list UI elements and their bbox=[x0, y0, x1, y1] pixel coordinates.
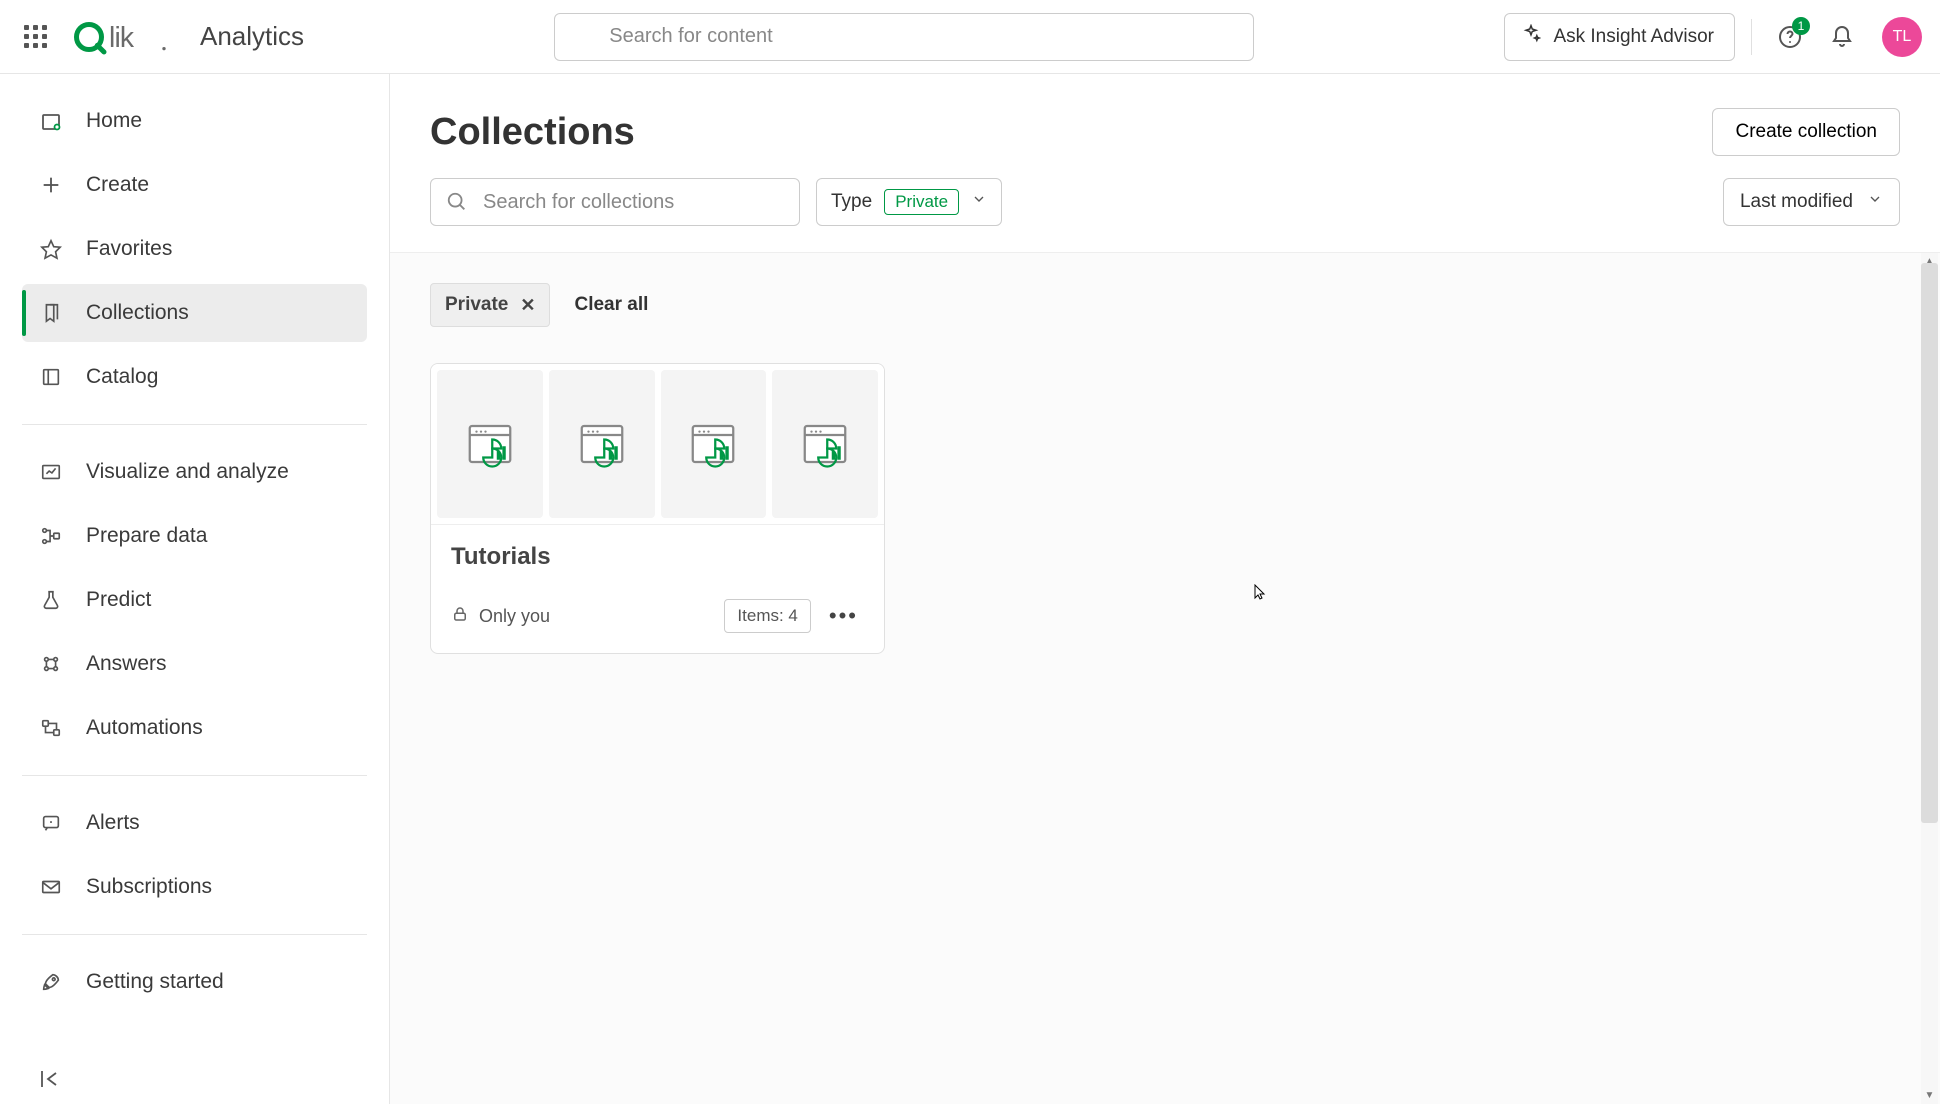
ask-insight-advisor-label: Ask Insight Advisor bbox=[1553, 26, 1714, 48]
sidebar-item-home[interactable]: Home bbox=[22, 92, 367, 150]
clear-all-filters[interactable]: Clear all bbox=[574, 294, 648, 316]
search-icon bbox=[446, 191, 468, 218]
visibility-label: Only you bbox=[479, 606, 550, 627]
answers-icon bbox=[38, 653, 64, 675]
chevron-down-icon bbox=[971, 191, 987, 213]
app-launcher-icon bbox=[24, 25, 48, 49]
automations-icon bbox=[38, 717, 64, 739]
plus-icon bbox=[38, 174, 64, 196]
separator bbox=[22, 934, 367, 935]
alert-icon bbox=[38, 812, 64, 834]
sidebar-item-label: Create bbox=[86, 173, 149, 197]
flow-icon bbox=[38, 525, 64, 547]
collapse-icon bbox=[38, 1069, 62, 1089]
sidebar: Home Create Favorites Collections Catalo bbox=[0, 74, 390, 1104]
rocket-icon bbox=[38, 971, 64, 993]
sort-dropdown[interactable]: Last modified bbox=[1723, 178, 1900, 226]
sidebar-item-create[interactable]: Create bbox=[22, 156, 367, 214]
card-thumbnails bbox=[431, 364, 884, 525]
user-avatar[interactable]: TL bbox=[1882, 17, 1922, 57]
sidebar-item-label: Prepare data bbox=[86, 524, 207, 548]
collection-card[interactable]: Tutorials Only you Items: 4 ••• bbox=[430, 363, 885, 654]
create-collection-button[interactable]: Create collection bbox=[1712, 108, 1900, 156]
chevron-down-icon bbox=[1867, 191, 1883, 213]
sidebar-item-predict[interactable]: Predict bbox=[22, 571, 367, 629]
thumbnail bbox=[661, 370, 767, 518]
svg-text:lik: lik bbox=[109, 22, 135, 54]
sparkle-icon bbox=[1521, 24, 1541, 50]
qlik-logo[interactable]: lik bbox=[74, 17, 174, 57]
type-filter-value: Private bbox=[884, 189, 959, 215]
sidebar-item-label: Getting started bbox=[86, 970, 224, 994]
sidebar-item-label: Catalog bbox=[86, 365, 158, 389]
global-search-input[interactable] bbox=[554, 13, 1254, 61]
catalog-icon bbox=[38, 366, 64, 388]
sidebar-item-alerts[interactable]: Alerts bbox=[22, 794, 367, 852]
app-launcher-button[interactable] bbox=[16, 17, 56, 57]
app-thumb-icon bbox=[575, 417, 629, 471]
sidebar-item-favorites[interactable]: Favorites bbox=[22, 220, 367, 278]
scrollbar-thumb[interactable] bbox=[1921, 263, 1938, 823]
app-thumb-icon bbox=[686, 417, 740, 471]
thumbnail bbox=[549, 370, 655, 518]
chart-icon bbox=[38, 461, 64, 483]
sidebar-item-getting-started[interactable]: Getting started bbox=[22, 953, 367, 1011]
filter-chip-private[interactable]: Private ✕ bbox=[430, 283, 550, 327]
sidebar-item-automations[interactable]: Automations bbox=[22, 699, 367, 757]
thumbnail bbox=[437, 370, 543, 518]
type-filter-label: Type bbox=[831, 191, 872, 213]
type-filter-dropdown[interactable]: Type Private bbox=[816, 178, 1002, 226]
sidebar-item-label: Alerts bbox=[86, 811, 140, 835]
content-area: ▲ ▼ Private ✕ Clear all bbox=[390, 253, 1940, 1104]
sidebar-item-label: Automations bbox=[86, 716, 203, 740]
app-name: Analytics bbox=[200, 21, 304, 52]
sidebar-item-catalog[interactable]: Catalog bbox=[22, 348, 367, 406]
app-thumb-icon bbox=[463, 417, 517, 471]
sidebar-item-label: Favorites bbox=[86, 237, 172, 261]
star-icon bbox=[38, 238, 64, 260]
sidebar-item-label: Predict bbox=[86, 588, 151, 612]
mail-icon bbox=[38, 876, 64, 898]
sidebar-item-prepare-data[interactable]: Prepare data bbox=[22, 507, 367, 565]
sidebar-item-subscriptions[interactable]: Subscriptions bbox=[22, 858, 367, 916]
items-count: Items: 4 bbox=[724, 599, 810, 633]
help-button[interactable]: 1 bbox=[1768, 15, 1812, 59]
collapse-sidebar-button[interactable] bbox=[38, 1069, 62, 1094]
sidebar-item-collections[interactable]: Collections bbox=[22, 284, 367, 342]
sidebar-item-label: Subscriptions bbox=[86, 875, 212, 899]
close-icon[interactable]: ✕ bbox=[520, 295, 535, 316]
sidebar-item-label: Answers bbox=[86, 652, 167, 676]
separator bbox=[1751, 19, 1752, 55]
app-thumb-icon bbox=[798, 417, 852, 471]
main-content: Collections Create collection Type Priva… bbox=[390, 74, 1940, 1104]
sidebar-item-label: Home bbox=[86, 109, 142, 133]
separator bbox=[22, 775, 367, 776]
lock-icon bbox=[451, 605, 469, 628]
avatar-initials: TL bbox=[1893, 28, 1912, 46]
flask-icon bbox=[38, 589, 64, 611]
collection-visibility: Only you bbox=[451, 605, 550, 628]
scroll-down-button[interactable]: ▼ bbox=[1921, 1087, 1938, 1104]
sidebar-item-visualize[interactable]: Visualize and analyze bbox=[22, 443, 367, 501]
ask-insight-advisor-button[interactable]: Ask Insight Advisor bbox=[1504, 13, 1735, 61]
topbar: lik Analytics Ask Insight Advisor bbox=[0, 0, 1940, 74]
thumbnail bbox=[772, 370, 878, 518]
help-badge: 1 bbox=[1792, 17, 1810, 35]
collection-title: Tutorials bbox=[451, 543, 864, 571]
separator bbox=[22, 424, 367, 425]
bell-icon bbox=[1830, 25, 1854, 49]
sort-label: Last modified bbox=[1740, 191, 1853, 213]
more-actions-button[interactable]: ••• bbox=[823, 603, 864, 629]
notifications-button[interactable] bbox=[1820, 15, 1864, 59]
sidebar-item-answers[interactable]: Answers bbox=[22, 635, 367, 693]
collections-search-input[interactable] bbox=[430, 178, 800, 226]
bookmark-icon bbox=[38, 302, 64, 324]
home-icon bbox=[38, 109, 64, 133]
sidebar-item-label: Visualize and analyze bbox=[86, 460, 289, 484]
filter-chip-label: Private bbox=[445, 294, 508, 316]
qlik-logo-icon: lik bbox=[74, 17, 174, 57]
page-title: Collections bbox=[430, 111, 635, 154]
sidebar-item-label: Collections bbox=[86, 301, 189, 325]
